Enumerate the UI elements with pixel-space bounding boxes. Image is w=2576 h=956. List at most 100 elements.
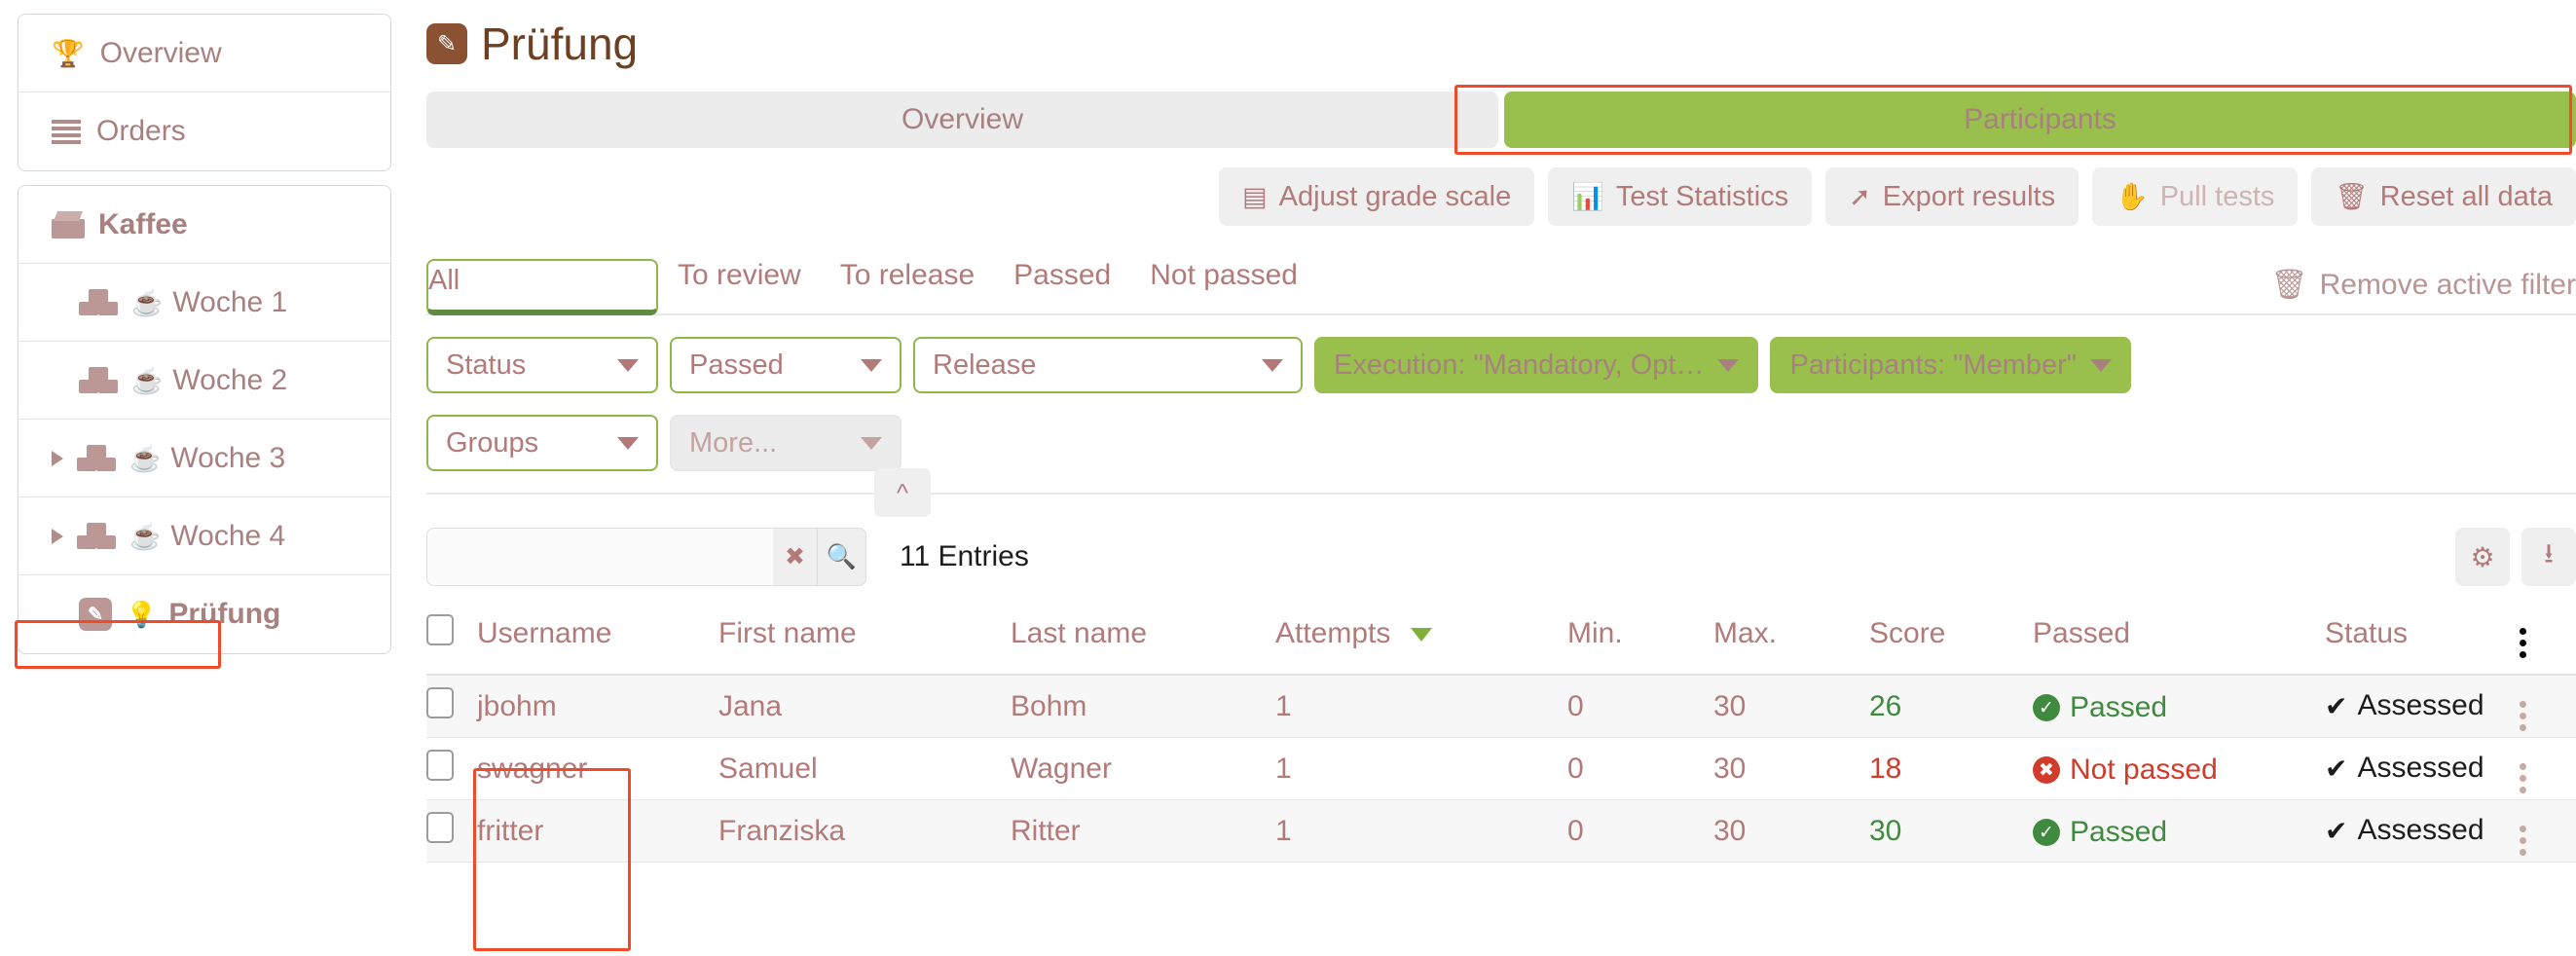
row-select-cell [426,737,477,800]
filter-tab-bar: All To review To release Passed Not pass… [426,259,2576,315]
cell-score: 18 [1869,737,2033,800]
filter-tab-label: All [428,264,460,296]
expand-triangle-icon[interactable] [52,450,63,466]
sidebar-item-woche-1[interactable]: ☕ Woche 1 [18,264,390,342]
filter-select-more[interactable]: More... [670,415,902,471]
assessed-badge: ✔ Assessed [2325,752,2484,785]
sidebar-course-kaffee[interactable]: Kaffee [18,186,390,264]
cell-username: jbohm [477,675,718,738]
page-title: ✎ Prüfung [426,18,2576,70]
test-statistics-button[interactable]: 📊 Test Statistics [1548,167,1813,226]
row-more-options-icon[interactable] [2520,825,2526,856]
adjust-grade-scale-button[interactable]: ▤ Adjust grade scale [1219,167,1535,226]
filter-select-status[interactable]: Status [426,337,658,393]
cell-min: 0 [1567,799,1713,863]
sidebar-item-woche-3[interactable]: ☕ Woche 3 [18,420,390,497]
sidebar-item-orders[interactable]: Orders [18,92,390,170]
table-download-button[interactable]: ⭳ [2521,528,2576,586]
column-label: Username [477,617,612,649]
filter-tab-to-review[interactable]: To review [658,259,821,313]
select-all-checkbox[interactable] [426,614,454,645]
search-input[interactable] [426,528,773,586]
row-select-cell [426,799,477,863]
column-first-name[interactable]: First name [718,609,1011,676]
filter-tab-passed[interactable]: Passed [994,259,1130,313]
tab-participants[interactable]: Participants [1504,92,2576,148]
column-actions[interactable] [2520,609,2576,676]
cell-last-name: Ritter [1011,799,1275,863]
filter-select-release[interactable]: Release [913,337,1303,393]
filter-tab-to-release[interactable]: To release [821,259,994,313]
select-value: Execution: "Mandatory, Opt… [1334,349,1705,381]
pull-tests-button[interactable]: ✋ Pull tests [2092,167,2299,226]
filter-select-execution[interactable]: Execution: "Mandatory, Opt… [1314,337,1759,393]
column-passed[interactable]: Passed [2033,609,2325,676]
row-checkbox[interactable] [426,811,454,843]
search-button[interactable]: 🔍 [818,528,866,586]
row-checkbox[interactable] [426,749,454,781]
remove-active-filter-button[interactable]: 🗑 Remove active filter [2270,268,2576,313]
cell-first-name: Samuel [718,737,1011,800]
calculator-icon: ▤ [1242,181,1268,211]
cell-passed: ✓ Passed [2033,675,2325,738]
filter-tab-not-passed[interactable]: Not passed [1130,259,1317,313]
more-options-icon [2520,628,2526,658]
column-max[interactable]: Max. [1713,609,1869,676]
row-checkbox[interactable] [426,686,454,718]
table-row[interactable]: jbohm Jana Bohm 1 0 30 26 ✓ Passed ✔ Ass… [426,675,2576,738]
cubes-icon [79,288,120,317]
column-last-name[interactable]: Last name [1011,609,1275,676]
tab-overview[interactable]: Overview [426,92,1498,148]
trash-icon: 🗑 [2270,269,2308,301]
table-row[interactable]: fritter Franziska Ritter 1 0 30 30 ✓ Pas… [426,799,2576,863]
cell-attempts: 1 [1275,799,1567,863]
table-row[interactable]: swagner Samuel Wagner 1 0 30 18 ✖ Not pa… [426,737,2576,800]
reset-all-data-button[interactable]: 🗑 Reset all data [2311,167,2576,226]
export-results-button[interactable]: ➚ Export results [1825,167,2079,226]
tab-label: Overview [901,103,1024,135]
sidebar-item-label: Prüfung [168,598,281,630]
column-score[interactable]: Score [1869,609,2033,676]
sidebar-item-pruefung[interactable]: ✎ 💡 Prüfung [18,575,390,653]
sidebar-item-label: Woche 1 [172,285,288,318]
row-more-options-icon[interactable] [2520,700,2526,731]
filter-select-participants[interactable]: Participants: "Member" [1770,337,2132,393]
filter-tab-label: Passed [1013,259,1112,291]
table-tools: ⚙ ⭳ [2455,528,2576,586]
table-settings-button[interactable]: ⚙ [2455,528,2510,586]
cell-actions[interactable] [2520,799,2576,863]
column-status[interactable]: Status [2325,609,2520,676]
chevron-down-icon [1262,358,1283,372]
filter-tab-all[interactable]: All [426,259,658,315]
column-username[interactable]: Username [477,609,718,676]
filter-select-groups[interactable]: Groups [426,415,658,471]
sidebar-item-woche-4[interactable]: ☕ Woche 4 [18,497,390,575]
assessed-badge: ✔ Assessed [2325,814,2484,847]
chevron-down-icon [1717,358,1740,372]
button-label: Export results [1882,180,2056,212]
sidebar-item-woche-2[interactable]: ☕ Woche 2 [18,342,390,420]
x-circle-icon: ✖ [2033,756,2060,785]
sidebar-item-overview[interactable]: 🏆 Overview [18,15,390,92]
column-min[interactable]: Min. [1567,609,1713,676]
sidebar-item-label: Overview [99,36,222,69]
cell-actions[interactable] [2520,675,2576,738]
expand-triangle-icon[interactable] [52,528,63,544]
collapse-filters-button[interactable]: ^ [874,468,931,517]
participants-table: Username First name Last name Attempts M… [426,609,2576,863]
clear-search-button[interactable]: ✖ [773,528,818,586]
cell-first-name: Franziska [718,799,1011,863]
filter-tab-label: To release [839,259,975,291]
cell-score: 30 [1869,799,2033,863]
chevron-down-icon [861,436,882,450]
status-label: Assessed [2357,752,2484,785]
search-row: ✖ 🔍 11 Entries ⚙ ⭳ [426,528,2576,586]
row-more-options-icon[interactable] [2520,762,2526,793]
filter-selects-row-1: Status Passed Release Execution: "Mandat… [426,337,2576,393]
filter-select-passed[interactable]: Passed [670,337,902,393]
cell-actions[interactable] [2520,737,2576,800]
column-attempts[interactable]: Attempts [1275,609,1567,676]
chevron-down-icon [2090,358,2113,372]
column-label: Attempts [1275,617,1391,649]
passed-label: Passed [2070,691,2168,724]
